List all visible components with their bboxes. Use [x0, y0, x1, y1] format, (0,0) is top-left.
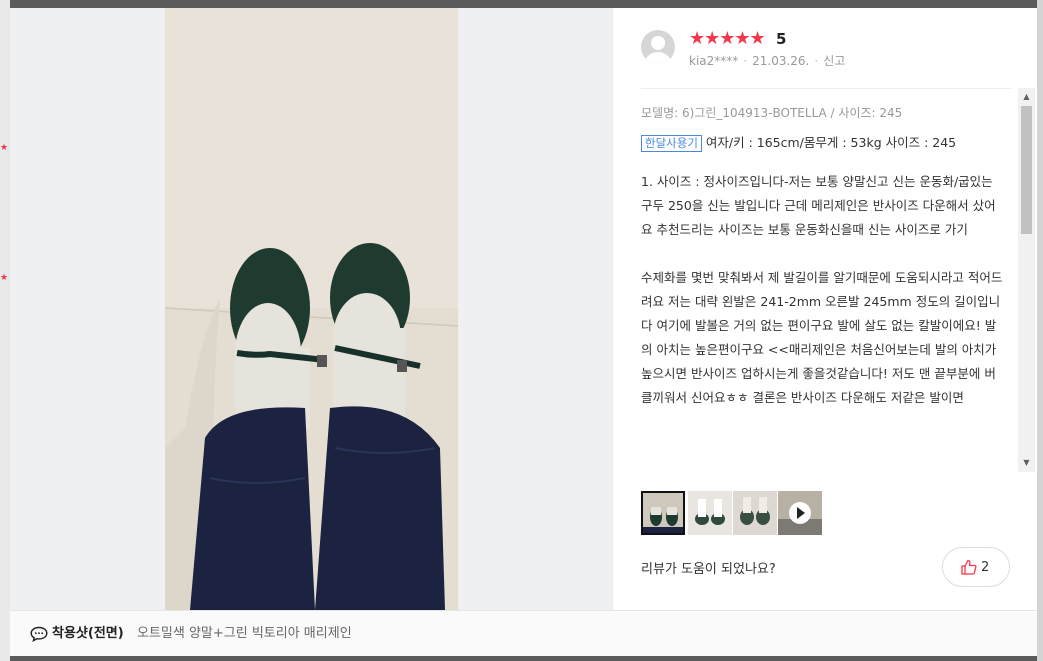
helpful-question: 리뷰가 도움이 되었나요?: [641, 562, 776, 577]
photo-viewer: [10, 8, 612, 610]
review-modal: ★★★★★ 5 kia2**** · 21.03.26. · 신고 모델명: 6)그린_…: [10, 8, 1037, 656]
review-header: ★★★★★ 5 kia2**** · 21.03.26. · 신고: [613, 8, 1038, 88]
review-date: 21.03.26.: [752, 54, 810, 68]
thumbs-up-icon: [961, 559, 977, 575]
photo-thumbnail[interactable]: [733, 491, 777, 535]
body-spec: 여자/키 : 165cm/몸무게 : 53kg 사이즈 : 245: [705, 135, 957, 150]
review-text-paragraph: 수제화를 몇번 맞춰봐서 제 발길이를 알기때문에 도움되시라고 적어드려요 저…: [641, 270, 1003, 405]
photo-caption-label: 착용샷(전면): [52, 626, 124, 641]
video-thumbnail[interactable]: [778, 491, 822, 535]
divider: [641, 88, 1011, 89]
helpful-like-button[interactable]: 2: [942, 547, 1010, 587]
user-avatar-icon: [641, 30, 675, 64]
rating-score: 5: [776, 30, 787, 48]
usage-tag: 한달사용기: [641, 135, 702, 152]
review-meta: kia2**** · 21.03.26. · 신고: [689, 54, 846, 68]
scrollbar-thumb[interactable]: [1021, 106, 1032, 234]
photo-thumbnail[interactable]: [688, 491, 732, 535]
background-star-icon: ★: [0, 273, 9, 283]
reviewer-body-info: 한달사용기 여자/키 : 165cm/몸무게 : 53kg 사이즈 : 245: [641, 134, 1007, 152]
review-scrollbar[interactable]: ▲ ▼: [1018, 88, 1035, 472]
review-text-paragraph: 1. 사이즈 : 정사이즈입니다-저는 보통 양말신고 신는 운동화/굽있는 구…: [641, 174, 996, 237]
photo-thumbnail-selected[interactable]: [641, 491, 685, 535]
review-scroll-area[interactable]: 모델명: 6)그린_104913-BOTELLA / 사이즈: 245 한달사용…: [641, 90, 1007, 472]
play-icon[interactable]: [789, 502, 811, 524]
reviewer-id: kia2****: [689, 54, 739, 68]
report-link[interactable]: 신고: [823, 54, 845, 68]
review-photo: [165, 8, 458, 610]
photo-caption-bar: 착용샷(전면) 오트밀색 양말+그린 빅토리아 매리제인: [10, 610, 1037, 656]
speech-bubble-icon: [30, 626, 48, 642]
background-page-strip: ★ ★: [0, 0, 10, 661]
background-page-edge: [1037, 0, 1043, 661]
photo-caption-description: 오트밀색 양말+그린 빅토리아 매리제인: [137, 626, 352, 641]
review-detail-panel: ★★★★★ 5 kia2**** · 21.03.26. · 신고 모델명: 6)그린_…: [612, 8, 1037, 610]
rating-stars: ★★★★★: [689, 28, 766, 49]
background-star-icon: ★: [0, 143, 9, 153]
product-model-info: 모델명: 6)그린_104913-BOTELLA / 사이즈: 245: [641, 106, 903, 120]
scroll-down-arrow-icon[interactable]: ▼: [1018, 456, 1035, 470]
like-count: 2: [981, 560, 990, 575]
scroll-up-arrow-icon[interactable]: ▲: [1018, 90, 1035, 104]
